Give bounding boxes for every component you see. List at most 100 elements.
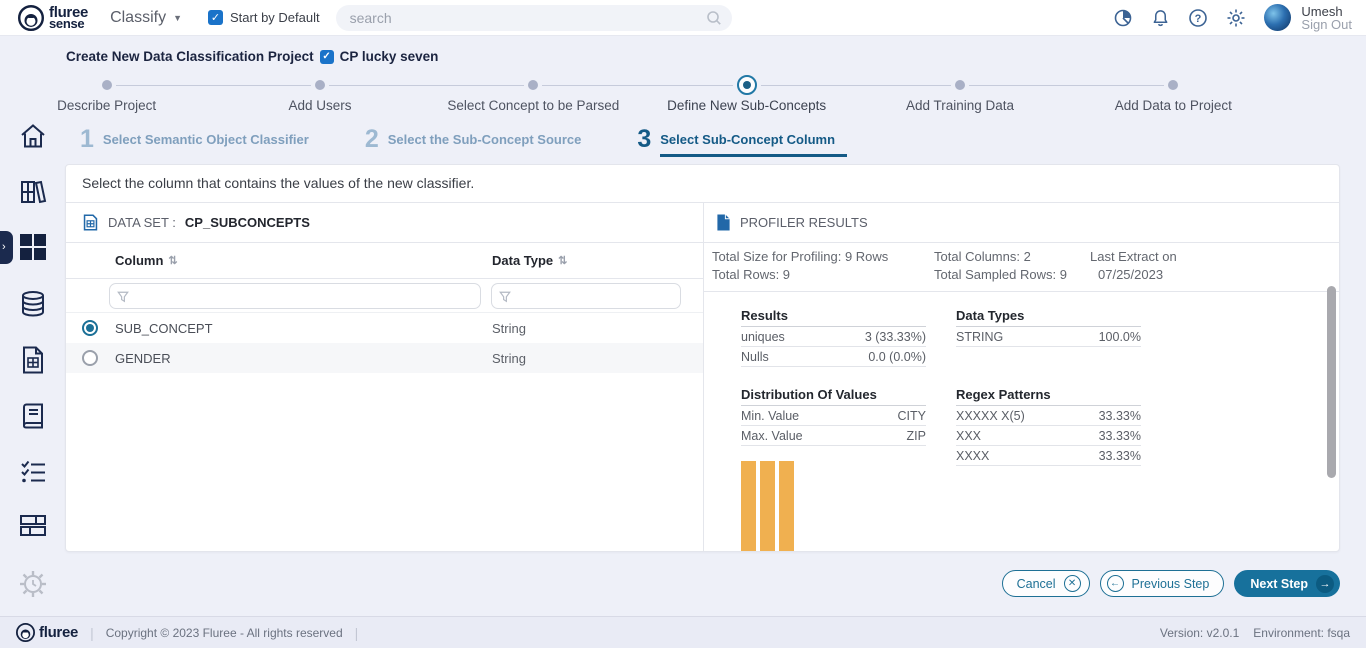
section-title: Data Types xyxy=(956,308,1141,327)
section-title: Regex Patterns xyxy=(956,387,1141,406)
user-block: Umesh Sign Out xyxy=(1301,5,1352,31)
step-select-concept: Select Concept to be Parsed xyxy=(427,76,640,113)
tab-select-sub-concept-column[interactable]: 3 Select Sub-Concept Column xyxy=(637,127,847,157)
stat-total-columns: Total Columns: 2 xyxy=(934,248,1090,266)
gear-icon[interactable] xyxy=(1226,8,1246,28)
breadcrumb: Create New Data Classification Project ✓… xyxy=(0,36,1366,64)
dataset-name: CP_SUBCONCEPTS xyxy=(185,215,310,230)
footer-brand: fluree xyxy=(39,624,78,641)
stat-value: CITY xyxy=(898,409,926,423)
dataset-header: DATA SET : CP_SUBCONCEPTS xyxy=(66,203,703,243)
radio-unselected[interactable] xyxy=(82,350,98,366)
search-input[interactable] xyxy=(336,5,732,31)
step-dot[interactable] xyxy=(528,80,538,90)
column-value: GENDER xyxy=(115,351,171,366)
stat-value: ZIP xyxy=(907,429,926,443)
stat-label: XXXXX X(5) xyxy=(956,409,1025,423)
step-dot[interactable] xyxy=(955,80,965,90)
stat-total-size: Total Size for Profiling: 9 Rows xyxy=(712,248,934,266)
radio-selected[interactable] xyxy=(82,320,98,336)
column-value: SUB_CONCEPT xyxy=(115,321,213,336)
penguin-logo-icon xyxy=(18,5,44,31)
project-name: CP lucky seven xyxy=(340,49,439,64)
next-step-button[interactable]: Next Step → xyxy=(1234,570,1340,597)
help-icon[interactable]: ? xyxy=(1188,8,1208,28)
breadcrumb-title: Create New Data Classification Project xyxy=(66,49,314,64)
stat-last-extract-date: 07/25/2023 xyxy=(1090,266,1177,284)
main-area: 1 Select Semantic Object Classifier 2 Se… xyxy=(65,115,1340,625)
sidebar-item-classify[interactable]: › xyxy=(0,233,65,263)
scrollbar-thumb[interactable] xyxy=(1327,286,1336,478)
close-icon: ✕ xyxy=(1064,575,1081,592)
column-filter-input[interactable] xyxy=(109,283,481,309)
step-dot-active[interactable] xyxy=(737,75,757,95)
data-type-filter-input[interactable] xyxy=(491,283,681,309)
table-header: Column⇅ Data Type⇅ xyxy=(66,243,703,279)
stat-label: XXXX xyxy=(956,449,989,463)
copyright-text: Copyright © 2023 Fluree - All rights res… xyxy=(106,626,343,640)
stat-value: 33.33% xyxy=(1099,409,1141,423)
sidebar-item-blocks[interactable] xyxy=(0,513,65,543)
arrow-right-icon: → xyxy=(1316,575,1334,593)
previous-step-label: Previous Step xyxy=(1132,577,1210,591)
data-type-value: String xyxy=(492,321,526,336)
home-icon xyxy=(18,121,48,151)
pie-chart-icon[interactable] xyxy=(1113,8,1133,28)
avatar[interactable] xyxy=(1264,4,1291,31)
svg-text:?: ? xyxy=(1195,13,1202,25)
section-distribution: Distribution Of Values Min. ValueCITY Ma… xyxy=(741,387,926,446)
sidebar-item-datasets[interactable] xyxy=(0,289,65,319)
tab-number: 2 xyxy=(365,127,379,151)
stat-value: 33.33% xyxy=(1099,429,1141,443)
logo-text: fluree sense xyxy=(49,7,88,29)
stat-last-extract-label: Last Extract on xyxy=(1090,248,1177,266)
step-dot[interactable] xyxy=(102,80,112,90)
tab-select-sub-concept-source[interactable]: 2 Select the Sub-Concept Source xyxy=(365,127,594,157)
section-data-types: Data Types STRING100.0% xyxy=(956,308,1141,347)
start-by-default-checkbox[interactable]: ✓ xyxy=(208,10,223,25)
table-row-sub-concept[interactable]: SUB_CONCEPT String xyxy=(66,313,703,343)
module-label: Classify xyxy=(110,9,166,27)
sidebar-item-library[interactable] xyxy=(0,177,65,207)
dataset-panel: DATA SET : CP_SUBCONCEPTS Column⇅ Data T… xyxy=(66,203,704,552)
step-label: Describe Project xyxy=(57,98,156,113)
bell-icon[interactable] xyxy=(1151,8,1170,28)
grid-icon xyxy=(19,233,47,261)
divider: | xyxy=(355,625,359,641)
module-selector[interactable]: Classify ▼ xyxy=(110,9,182,27)
profiler-body: Results uniques3 (33.33%) Nulls0.0 (0.0%… xyxy=(704,292,1339,466)
stat-label: uniques xyxy=(741,330,785,344)
user-name: Umesh xyxy=(1301,5,1352,18)
sidebar-item-catalog[interactable] xyxy=(0,401,65,431)
previous-step-button[interactable]: ← Previous Step xyxy=(1100,570,1225,597)
divider: | xyxy=(90,625,94,641)
step-describe-project: Describe Project xyxy=(0,76,213,113)
clipboard-check-icon: ✓ xyxy=(320,50,334,64)
profiler-stats: Total Size for Profiling: 9 Rows Total R… xyxy=(704,243,1339,292)
section-title: Distribution Of Values xyxy=(741,387,926,406)
start-by-default-label: Start by Default xyxy=(230,10,320,25)
sort-icon[interactable]: ⇅ xyxy=(558,254,567,267)
fluree-sense-logo[interactable]: fluree sense xyxy=(18,5,88,31)
sidebar-item-tasks[interactable] xyxy=(0,457,65,487)
tab-select-semantic-object-classifier[interactable]: 1 Select Semantic Object Classifier xyxy=(80,127,321,157)
tab-number: 3 xyxy=(637,127,651,151)
sidebar-item-spreadsheets[interactable] xyxy=(0,345,65,375)
sort-icon[interactable]: ⇅ xyxy=(168,254,177,267)
filter-row xyxy=(66,279,703,313)
table-row-gender[interactable]: GENDER String xyxy=(66,343,703,373)
page: Create New Data Classification Project ✓… xyxy=(0,36,1366,648)
step-dot[interactable] xyxy=(1168,80,1178,90)
step-dot[interactable] xyxy=(315,80,325,90)
sidebar-item-home[interactable] xyxy=(0,121,65,151)
data-type-header: Data Type xyxy=(492,253,553,268)
navbar-right: ? Umesh Sign Out xyxy=(1113,4,1352,31)
step-label: Define New Sub-Concepts xyxy=(667,98,826,113)
stat-sampled-rows: Total Sampled Rows: 9 xyxy=(934,266,1090,284)
step-add-data-to-project: Add Data to Project xyxy=(1067,76,1280,113)
sign-out-link[interactable]: Sign Out xyxy=(1301,18,1352,31)
sidebar-item-settings[interactable] xyxy=(0,569,65,599)
cancel-button[interactable]: Cancel ✕ xyxy=(1002,570,1090,597)
cancel-label: Cancel xyxy=(1017,577,1056,591)
stat-label: Max. Value xyxy=(741,429,803,443)
